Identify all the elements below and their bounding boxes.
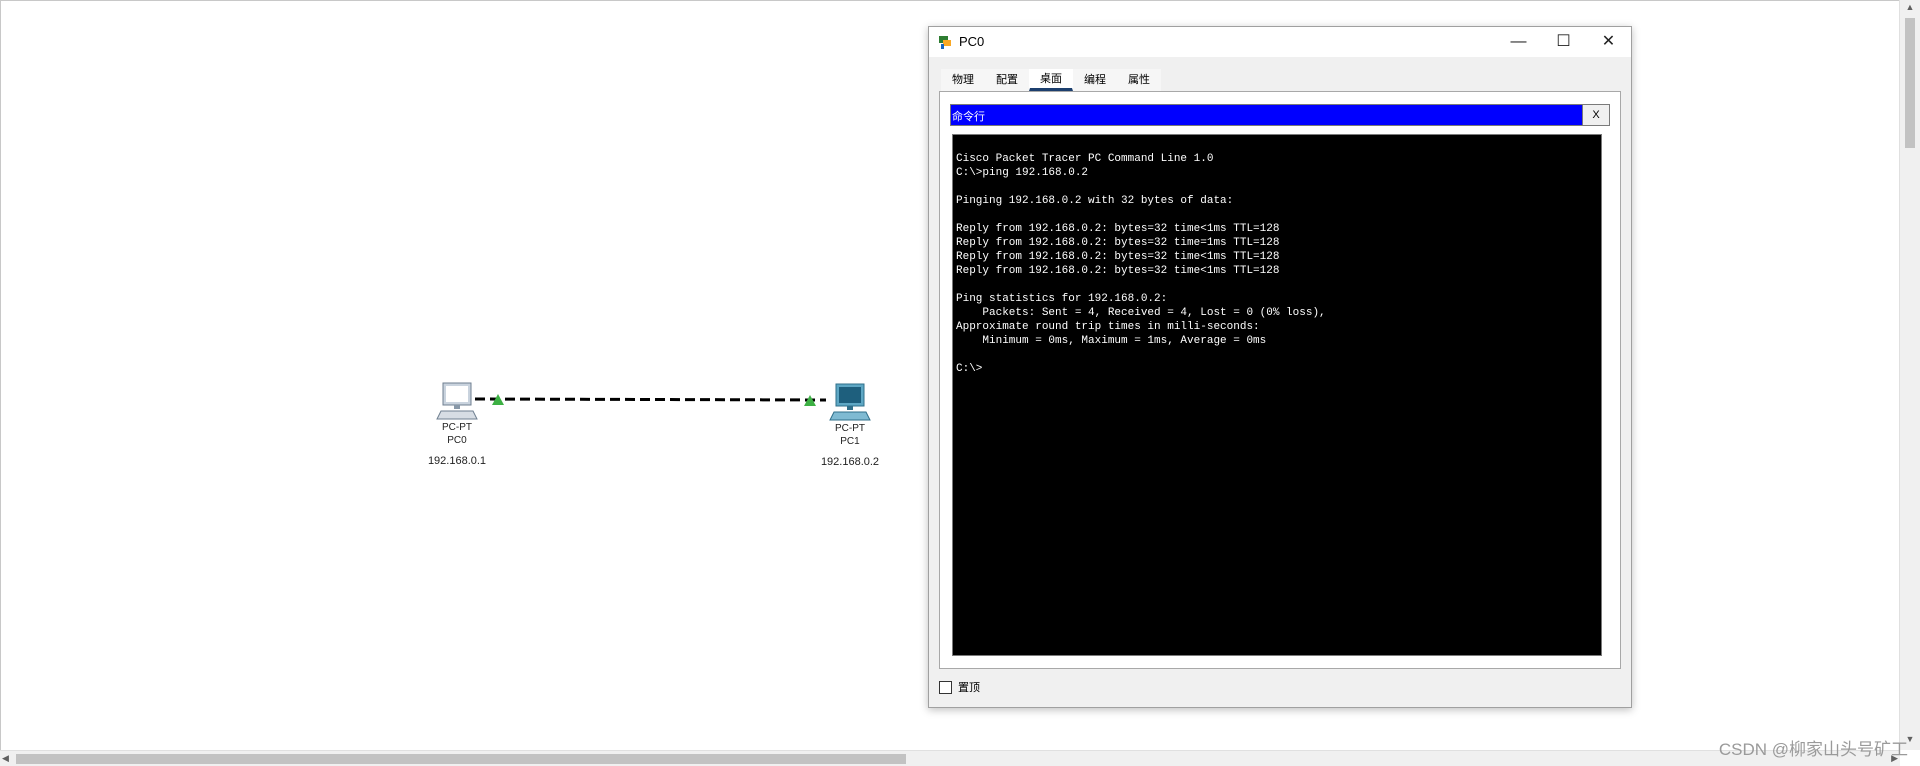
watermark: CSDN @柳家山头号矿工 [1718, 740, 1908, 759]
device-type-label: PC-PT [835, 423, 865, 434]
vertical-scroll-thumb[interactable] [1905, 18, 1915, 148]
command-prompt-header: 命令行 X [950, 104, 1610, 126]
ethernet-link[interactable] [474, 397, 827, 402]
scroll-left-icon[interactable]: ◀ [2, 751, 9, 766]
device-pc1[interactable]: PC-PT PC1 192.168.0.2 [818, 382, 882, 468]
scroll-up-icon[interactable]: ▲ [1900, 2, 1920, 16]
horizontal-scrollbar[interactable]: ◀ ▶ [0, 750, 1900, 766]
window-titlebar[interactable]: PC0 — ☐ ✕ [929, 27, 1631, 58]
tab-physical[interactable]: 物理 [941, 69, 985, 91]
minimize-icon[interactable]: — [1496, 27, 1541, 57]
device-name-label: PC1 [840, 436, 860, 447]
device-ip-label: 192.168.0.2 [820, 456, 880, 468]
pc-icon [436, 382, 478, 420]
device-type-label: PC-PT [442, 422, 472, 433]
close-icon[interactable]: ✕ [1586, 27, 1631, 57]
command-prompt-title: 命令行 [952, 111, 985, 123]
desktop-panel: 命令行 X Cisco Packet Tracer PC Command Lin… [939, 91, 1621, 669]
always-on-top-checkbox[interactable] [939, 680, 952, 694]
command-prompt-close-button[interactable]: X [1582, 105, 1609, 125]
window-title: PC0 [959, 34, 985, 49]
terminal-output: Cisco Packet Tracer PC Command Line 1.0 … [956, 153, 1326, 375]
device-ip-label: 192.168.0.1 [427, 455, 487, 467]
tab-programming[interactable]: 编程 [1073, 69, 1117, 91]
always-on-top-option[interactable]: 置顶 [939, 679, 980, 695]
always-on-top-label: 置顶 [958, 682, 980, 694]
horizontal-scroll-thumb[interactable] [16, 754, 906, 764]
command-terminal[interactable]: Cisco Packet Tracer PC Command Line 1.0 … [952, 134, 1602, 656]
vertical-scrollbar[interactable]: ▲ ▼ [1899, 0, 1920, 750]
tab-desktop[interactable]: 桌面 [1029, 69, 1073, 91]
tab-bar: 物理 配置 桌面 编程 属性 [941, 69, 1161, 91]
pc-icon [829, 383, 871, 421]
tab-attributes[interactable]: 属性 [1117, 69, 1161, 91]
tab-config[interactable]: 配置 [985, 69, 1029, 91]
device-name-label: PC0 [447, 435, 467, 446]
packet-tracer-app-icon [939, 36, 951, 49]
device-pc0[interactable]: PC-PT PC0 192.168.0.1 [425, 381, 489, 467]
pc0-window: PC0 — ☐ ✕ 物理 配置 桌面 编程 属性 命令行 X Cisco Pac… [928, 26, 1632, 708]
maximize-icon[interactable]: ☐ [1541, 27, 1586, 57]
